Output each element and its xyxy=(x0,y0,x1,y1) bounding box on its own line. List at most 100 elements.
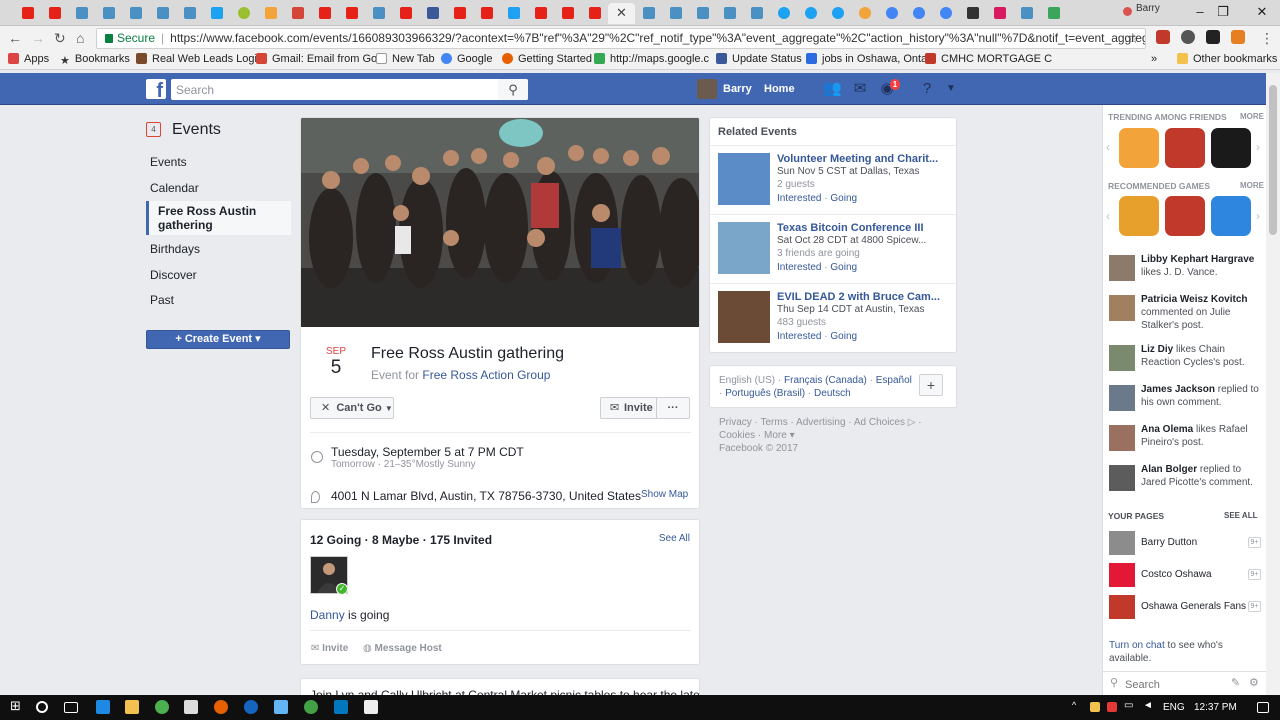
page-item[interactable]: Oshawa Generals Fans 9+ xyxy=(1109,595,1265,621)
browser-tab[interactable] xyxy=(392,3,419,24)
show-map-link[interactable]: Show Map xyxy=(641,489,688,500)
mail-icon[interactable] xyxy=(364,700,378,714)
taskbar-clock[interactable]: 12:37 PM xyxy=(1194,702,1237,713)
see-all-guests-link[interactable]: See All xyxy=(659,533,690,544)
language-link[interactable]: Deutsch xyxy=(814,388,851,399)
guest-summary[interactable]: 12 Going · 8 Maybe · 175 Invited xyxy=(310,533,492,547)
browser-tab[interactable] xyxy=(446,3,473,24)
interested-link[interactable]: Interested xyxy=(777,331,821,342)
browser-tab[interactable] xyxy=(770,3,797,24)
language-link[interactable]: Español xyxy=(876,375,912,386)
bookmark-apps[interactable]: Apps xyxy=(8,53,49,65)
messenger-icon[interactable]: ✉ xyxy=(851,80,869,98)
forward-icon[interactable]: → xyxy=(31,30,45,46)
chevron-right-icon[interactable]: › xyxy=(1256,209,1260,223)
browser-tab[interactable] xyxy=(932,3,959,24)
more-link[interactable]: MORE xyxy=(1240,181,1264,190)
browser-tab[interactable] xyxy=(797,3,824,24)
invite-link[interactable]: ✉ Invite xyxy=(311,643,348,654)
bingo-game-tile[interactable] xyxy=(1119,196,1159,236)
guest-name-link[interactable]: Danny xyxy=(310,608,345,622)
page-item[interactable]: Costco Oshawa 9+ xyxy=(1109,563,1265,589)
bookmark-item[interactable]: Getting Started xyxy=(502,53,592,65)
browser-tab[interactable] xyxy=(203,3,230,24)
browser-tab[interactable] xyxy=(257,3,284,24)
ticker-item[interactable]: Patricia Weisz Kovitch commented on Juli… xyxy=(1109,293,1265,331)
event-group-link[interactable]: Free Ross Action Group xyxy=(422,368,550,382)
ticker-item[interactable]: Liz Diy likes Chain Reaction Cycles's po… xyxy=(1109,343,1265,379)
chat-settings-icon[interactable]: ⚙ xyxy=(1249,676,1259,689)
going-link[interactable]: Going xyxy=(830,262,857,273)
browser-tab[interactable] xyxy=(878,3,905,24)
app-icon[interactable] xyxy=(304,700,318,714)
slots-game-tile[interactable] xyxy=(1165,196,1205,236)
browser-tab[interactable] xyxy=(1013,3,1040,24)
nav-item-calendar[interactable]: Calendar xyxy=(146,176,291,202)
app-icon[interactable] xyxy=(244,700,258,714)
yahtzee-game-tile[interactable] xyxy=(1165,128,1205,168)
store-icon[interactable] xyxy=(184,700,198,714)
cant-go-button[interactable]: ✕ Can't Go ▼ xyxy=(310,397,394,419)
other-bookmarks[interactable]: Other bookmarks xyxy=(1177,53,1277,65)
search-button[interactable]: ⚲ xyxy=(498,79,528,100)
browser-tab[interactable] xyxy=(986,3,1013,24)
ticker-item[interactable]: Libby Kephart Hargrave likes J. D. Vance… xyxy=(1109,253,1265,289)
reload-icon[interactable]: ↻ xyxy=(54,30,66,47)
browser-tab[interactable] xyxy=(662,3,689,24)
turn-on-chat-link[interactable]: Turn on chat xyxy=(1109,640,1165,651)
back-icon[interactable]: ← xyxy=(8,30,22,46)
app-icon[interactable] xyxy=(274,700,288,714)
browser-tab[interactable] xyxy=(554,3,581,24)
add-language-button[interactable]: + xyxy=(919,374,943,396)
avatar[interactable] xyxy=(697,79,717,99)
nav-item-discover[interactable]: Discover xyxy=(146,263,291,289)
bubble-game-tile[interactable] xyxy=(1211,196,1251,236)
invite-button[interactable]: ✉ Invite xyxy=(600,397,658,419)
browser-tab[interactable] xyxy=(959,3,986,24)
input-language[interactable]: ENG xyxy=(1163,702,1185,713)
chevron-right-icon[interactable]: › xyxy=(1256,140,1260,154)
bookmark-item[interactable]: CMHC MORTGAGE C xyxy=(925,53,1052,65)
browser-tab[interactable] xyxy=(230,3,257,24)
ticker-item[interactable]: James Jackson replied to his own comment… xyxy=(1109,383,1265,419)
profile-chip[interactable]: Barry xyxy=(1117,3,1177,21)
browser-tab[interactable] xyxy=(527,3,554,24)
bookmark-item[interactable]: Real Web Leads Logi xyxy=(136,53,257,65)
browser-tab[interactable] xyxy=(473,3,500,24)
create-event-button[interactable]: + Create Event ▾ xyxy=(146,330,290,349)
firefox-icon[interactable] xyxy=(214,700,228,714)
search-input[interactable] xyxy=(171,79,528,100)
see-all-pages-link[interactable]: SEE ALL xyxy=(1224,511,1257,520)
related-event-item[interactable]: Texas Bitcoin Conference III Sat Oct 28 … xyxy=(710,214,956,280)
tray-icon[interactable] xyxy=(1090,702,1100,712)
chrome-menu-icon[interactable]: ⋮ xyxy=(1260,30,1274,47)
browser-tab[interactable] xyxy=(500,3,527,24)
browser-tab[interactable] xyxy=(851,3,878,24)
close-window-button[interactable]: ✕ xyxy=(1242,2,1280,22)
bookmarks-overflow[interactable]: » xyxy=(1151,53,1157,65)
help-icon[interactable]: ? xyxy=(918,80,936,98)
star-trek-game-tile[interactable] xyxy=(1211,128,1251,168)
browser-tab[interactable] xyxy=(635,3,662,24)
action-center-icon[interactable] xyxy=(1257,702,1269,713)
close-tab-icon[interactable]: ✕ xyxy=(616,5,627,21)
home-link[interactable]: Home xyxy=(764,83,795,95)
related-event-item[interactable]: EVIL DEAD 2 with Bruce Cam... Thu Sep 14… xyxy=(710,283,956,349)
extension-icon[interactable] xyxy=(1206,30,1220,44)
browser-tab[interactable] xyxy=(338,3,365,24)
bookmark-item[interactable]: Update Status xyxy=(716,53,802,65)
file-explorer-icon[interactable] xyxy=(125,700,139,714)
bookmark-item[interactable]: Gmail: Email from Go xyxy=(256,53,377,65)
friend-requests-icon[interactable]: 👥 xyxy=(823,80,842,98)
ticker-item[interactable]: Ana Olema likes Rafael Pineiro's post. xyxy=(1109,423,1265,459)
restore-button[interactable]: ❐ xyxy=(1203,2,1243,22)
browser-tab[interactable] xyxy=(149,3,176,24)
nav-item-past[interactable]: Past xyxy=(146,288,291,314)
home-icon[interactable]: ⌂ xyxy=(76,30,84,46)
network-icon[interactable]: ▭ xyxy=(1124,700,1138,714)
bookmark-item[interactable]: jobs in Oshawa, Onta xyxy=(806,53,927,65)
bookmark-item[interactable]: New Tab xyxy=(376,53,435,65)
active-browser-tab[interactable]: ✕ xyxy=(608,3,635,24)
bookmark-star-icon[interactable]: ☆ xyxy=(1126,29,1139,48)
related-event-thumbnail[interactable] xyxy=(718,222,770,274)
